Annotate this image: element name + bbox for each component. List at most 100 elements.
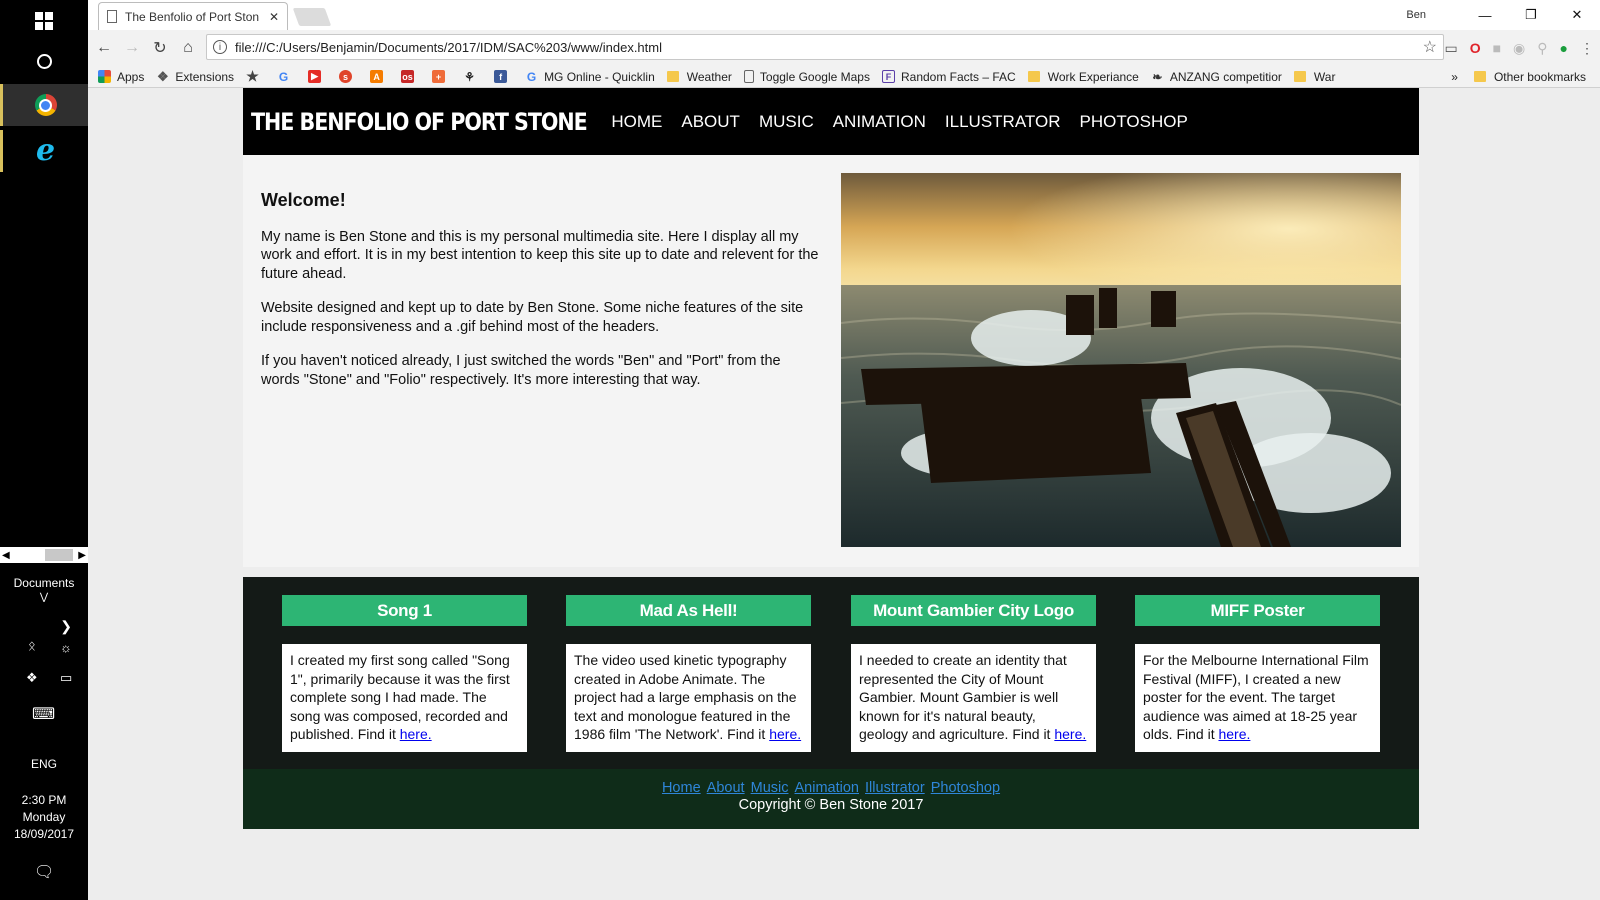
card-body: I needed to create an identity that repr…	[851, 644, 1096, 752]
bookmark-mg-online[interactable]: G MG Online - Quicklin	[525, 70, 655, 84]
taskbar-internet-explorer[interactable]: e	[0, 130, 88, 172]
chevron-down-icon[interactable]: ⋁	[0, 592, 88, 603]
action-center-icon[interactable]: 🗨	[34, 862, 54, 882]
footer-link-animation[interactable]: Animation	[795, 780, 859, 796]
nav-about[interactable]: ABOUT	[681, 112, 740, 132]
scroll-left-icon[interactable]: ◀	[2, 550, 10, 561]
footer-link-photoshop[interactable]: Photoshop	[931, 780, 1000, 796]
bookmark-facebook[interactable]: f	[494, 70, 513, 83]
audio-icon[interactable]: ●	[1560, 40, 1568, 56]
forward-arrow-icon[interactable]: →	[118, 39, 146, 57]
footer-link-about[interactable]: About	[707, 780, 745, 796]
battery-icon[interactable]: ▭	[60, 670, 72, 686]
bookmark-os[interactable]: os	[401, 70, 420, 83]
reload-icon[interactable]: ↻	[146, 38, 174, 58]
bookmark-orange[interactable]: A	[370, 70, 389, 83]
card-link-here[interactable]: here.	[1218, 726, 1250, 742]
window-controls: Ben — ❐ ✕	[1406, 0, 1600, 30]
menu-dots-icon[interactable]: ⋮	[1580, 40, 1594, 57]
bookmark-work-experiance[interactable]: Work Experiance	[1027, 70, 1139, 84]
nav-animation[interactable]: ANIMATION	[833, 112, 926, 132]
language-indicator[interactable]: ENG	[0, 757, 88, 771]
address-bar[interactable]: i file:///C:/Users/Benjamin/Documents/20…	[206, 34, 1444, 60]
windows-start-button[interactable]	[0, 0, 88, 42]
info-icon[interactable]: i	[213, 40, 227, 54]
cortana-icon	[36, 53, 52, 69]
tab-strip: The Benfolio of Port Ston ✕ Ben — ❐ ✕	[88, 0, 1600, 30]
card-body: I created my first song called "Song 1",…	[282, 644, 527, 752]
footer-link-illustrator[interactable]: Illustrator	[865, 780, 925, 796]
extensions-area: ▭ O ■ ◉ ⚲ ● ⋮	[1444, 30, 1594, 66]
bookmark-war[interactable]: War	[1293, 70, 1335, 84]
dropbox-icon[interactable]: ❖	[26, 670, 38, 686]
close-tab-icon[interactable]: ✕	[269, 10, 279, 24]
f-square-icon: F	[881, 70, 895, 83]
chevron-right-icon[interactable]: ❯	[60, 618, 72, 635]
card-link-here[interactable]: here.	[1054, 726, 1086, 742]
site-nav: HOME ABOUT MUSIC ANIMATION ILLUSTRATOR P…	[611, 112, 1187, 132]
bookmark-star-icon[interactable]: ☆	[1423, 37, 1437, 57]
bookmark-anzang[interactable]: ❧ ANZANG competitior	[1151, 70, 1282, 84]
scroll-right-icon[interactable]: ▶	[78, 550, 86, 561]
badge-icon: ⚘	[464, 69, 475, 84]
system-clock[interactable]: 2:30 PM Monday 18/09/2017	[0, 792, 88, 843]
google-g-icon: G	[278, 69, 289, 84]
bookmark-apps[interactable]: Apps	[98, 70, 144, 84]
bookmark-youtube[interactable]: ▶	[308, 70, 327, 83]
orange-a-icon: A	[370, 70, 384, 83]
cast-icon[interactable]: ▭	[1444, 40, 1457, 57]
project-card-song-1: Song 1 I created my first song called "S…	[282, 595, 527, 752]
card-title: MIFF Poster	[1135, 595, 1380, 626]
nav-home[interactable]: HOME	[611, 112, 662, 132]
nav-music[interactable]: MUSIC	[759, 112, 814, 132]
footer-link-music[interactable]: Music	[751, 780, 789, 796]
profile-name[interactable]: Ben	[1406, 9, 1426, 21]
back-arrow-icon[interactable]: ←	[90, 39, 118, 57]
url-text[interactable]: file:///C:/Users/Benjamin/Documents/2017…	[235, 40, 1423, 55]
restore-icon[interactable]: ❐	[1508, 7, 1554, 23]
camera-icon[interactable]: ◉	[1513, 40, 1525, 57]
cortana-search-button[interactable]	[0, 40, 88, 82]
bookmarks-overflow-button[interactable]: »	[1451, 70, 1458, 84]
bookmark-toggle-maps[interactable]: Toggle Google Maps	[743, 70, 870, 84]
browser-toolbar: ← → ↻ ⌂ i file:///C:/Users/Benjamin/Docu…	[88, 30, 1600, 66]
bluetooth-icon[interactable]: ᛟ	[28, 638, 36, 653]
tab-active[interactable]: The Benfolio of Port Ston ✕	[98, 2, 288, 30]
close-window-icon[interactable]: ✕	[1554, 7, 1600, 23]
wifi-icon[interactable]: ☼	[60, 640, 72, 655]
bookmark-google[interactable]: G	[277, 69, 296, 84]
leaf-icon: ❧	[1152, 69, 1163, 84]
clock-date: 18/09/2017	[13, 827, 75, 841]
card-link-here[interactable]: here.	[400, 726, 432, 742]
footer-link-home[interactable]: Home	[662, 780, 701, 796]
bookmark-badge[interactable]: ⚘	[463, 69, 482, 84]
bookmark-star[interactable]: ★	[246, 68, 265, 84]
documents-toolbar-label[interactable]: Documents	[0, 576, 88, 590]
search-icon[interactable]: ⚲	[1537, 40, 1547, 57]
opera-icon[interactable]: O	[1470, 40, 1481, 56]
card-link-here[interactable]: here.	[769, 726, 801, 742]
taskbar-scrollbar[interactable]: ◀ ▶	[0, 547, 88, 563]
pdf-icon[interactable]: ■	[1493, 40, 1501, 56]
nav-photoshop[interactable]: PHOTOSHOP	[1079, 112, 1187, 132]
red-circle-icon: s	[339, 70, 353, 83]
scroll-thumb[interactable]	[45, 549, 73, 561]
windows-logo-icon	[35, 12, 53, 30]
bookmark-extensions[interactable]: ❖ Extensions	[156, 69, 234, 84]
star-icon: ★	[246, 68, 259, 84]
minimize-icon[interactable]: —	[1462, 8, 1508, 23]
bookmark-weather[interactable]: Weather	[666, 70, 732, 84]
bookmark-plus[interactable]: +	[432, 70, 451, 83]
new-tab-button[interactable]	[292, 8, 332, 26]
bookmark-random-facts[interactable]: F Random Facts – FAC	[881, 70, 1016, 84]
taskbar-chrome[interactable]	[0, 84, 88, 126]
other-bookmarks[interactable]: Other bookmarks	[1473, 70, 1586, 84]
keyboard-icon[interactable]: ⌨	[32, 704, 55, 724]
plus-square-icon: +	[432, 70, 446, 83]
nav-illustrator[interactable]: ILLUSTRATOR	[945, 112, 1061, 132]
chrome-icon	[34, 94, 57, 116]
page-icon	[107, 10, 117, 23]
home-icon[interactable]: ⌂	[174, 39, 202, 57]
bookmark-red-circle[interactable]: s	[339, 70, 358, 83]
welcome-section: Welcome! My name is Ben Stone and this i…	[243, 155, 1419, 567]
